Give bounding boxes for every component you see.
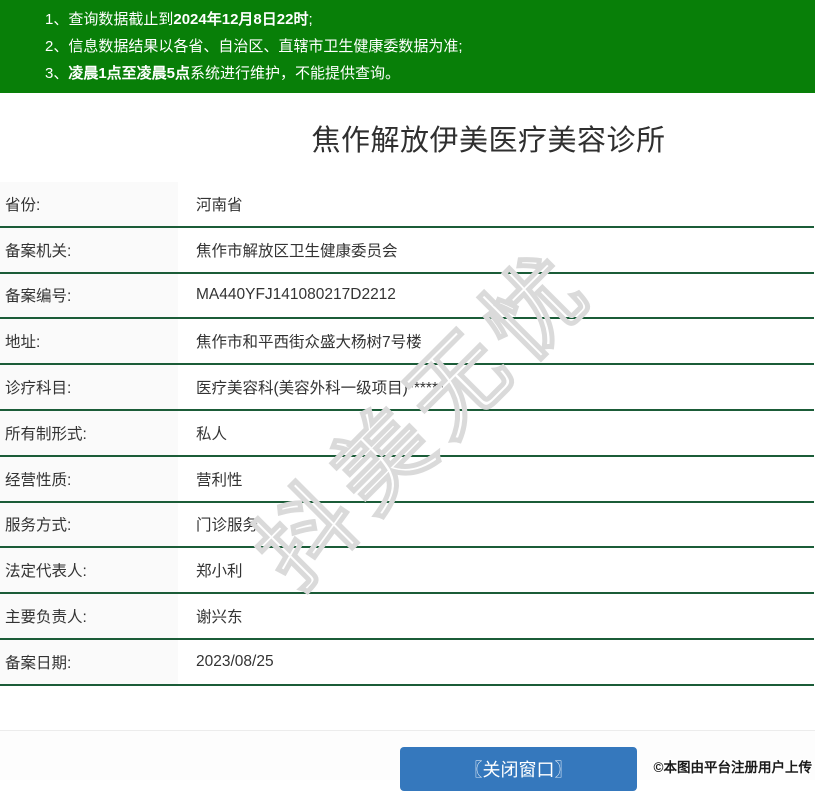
notice-text: 查询数据截止到 [68, 11, 174, 28]
row-value: 门诊服务 [196, 517, 259, 535]
title-area: 焦作解放伊美医疗美容诊所 [0, 93, 815, 182]
row-value: 郑小利 [196, 563, 243, 581]
notice-text: 系统进行维护，不能提供查询。 [190, 65, 401, 82]
row-label: 备案编号: [0, 273, 178, 318]
table-row-ownership-form: 所有制形式: 私人 [0, 410, 814, 457]
notice-number: 2、 [45, 38, 69, 55]
row-value: 焦作市解放区卫生健康委员会 [196, 242, 398, 260]
table-row-filing-authority: 备案机关: 焦作市解放区卫生健康委员会 [0, 227, 814, 274]
notice-line-3: 3、凌晨1点至凌晨5点系统进行维护，不能提供查询。 [45, 60, 805, 87]
row-label: 地址: [0, 319, 178, 364]
notice-number: 3、 [45, 65, 69, 82]
row-value: MA440YFJ141080217D2212 [196, 286, 396, 304]
table-row-person-in-charge: 主要负责人: 谢兴东 [0, 594, 814, 640]
notice-line-2: 2、信息数据结果以各省、自治区、直辖市卫生健康委数据为准; [45, 33, 805, 60]
row-value: 私人 [196, 425, 228, 443]
notice-banner: 1、查询数据截止到2024年12月8日22时; 2、信息数据结果以各省、自治区、… [0, 0, 815, 93]
row-label: 主要负责人: [0, 594, 178, 638]
page-title: 焦作解放伊美医疗美容诊所 [311, 124, 666, 157]
table-row-filing-number: 备案编号: MA440YFJ141080217D2212 [0, 273, 814, 320]
notice-text: 信息数据结果以各省、自治区、直辖市卫生健康委数据为准; [68, 38, 463, 55]
notice-bold-text: 2024年12月8日22时 [173, 11, 309, 28]
row-value: 河南省 [196, 196, 243, 214]
row-label: 诊疗科目: [0, 365, 178, 409]
table-row-service-mode: 服务方式: 门诊服务 [0, 502, 814, 549]
row-label: 所有制形式: [0, 410, 178, 455]
notice-text: ; [308, 11, 313, 28]
table-row-legal-representative: 法定代表人: 郑小利 [0, 548, 814, 595]
notice-bold-text: 凌晨1点至凌晨5点 [68, 65, 191, 82]
notice-line-1: 1、查询数据截止到2024年12月8日22时; [45, 6, 805, 33]
row-label: 经营性质: [0, 456, 178, 501]
row-label: 备案日期: [0, 639, 178, 684]
table-row-filing-date: 备案日期: 2023/08/25 [0, 639, 814, 686]
notice-number: 1、 [45, 11, 69, 28]
close-window-button[interactable]: 〖关闭窗口〗 [400, 747, 637, 791]
table-row-address: 地址: 焦作市和平西街众盛大杨树7号楼 [0, 319, 814, 366]
attribution-text: ©本图由平台注册用户上传 [653, 760, 812, 775]
table-row-business-nature: 经营性质: 营利性 [0, 456, 814, 503]
row-label: 服务方式: [0, 502, 178, 547]
row-value: 焦作市和平西街众盛大杨树7号楼 [196, 334, 422, 352]
row-label: 省份: [0, 182, 178, 226]
row-label: 备案机关: [0, 227, 178, 272]
row-value: 营利性 [196, 471, 243, 489]
table-row-province: 省份: 河南省 [0, 182, 814, 228]
table-row-medical-subjects: 诊疗科目: 医疗美容科(美容外科一级项目)****** [0, 365, 814, 411]
row-value: 谢兴东 [196, 609, 243, 627]
row-value: 2023/08/25 [196, 652, 274, 670]
row-value: 医疗美容科(美容外科一级项目)****** [196, 380, 445, 398]
row-label: 法定代表人: [0, 548, 178, 593]
info-table: 省份: 河南省 备案机关: 焦作市解放区卫生健康委员会 备案编号: MA440Y… [0, 182, 814, 686]
